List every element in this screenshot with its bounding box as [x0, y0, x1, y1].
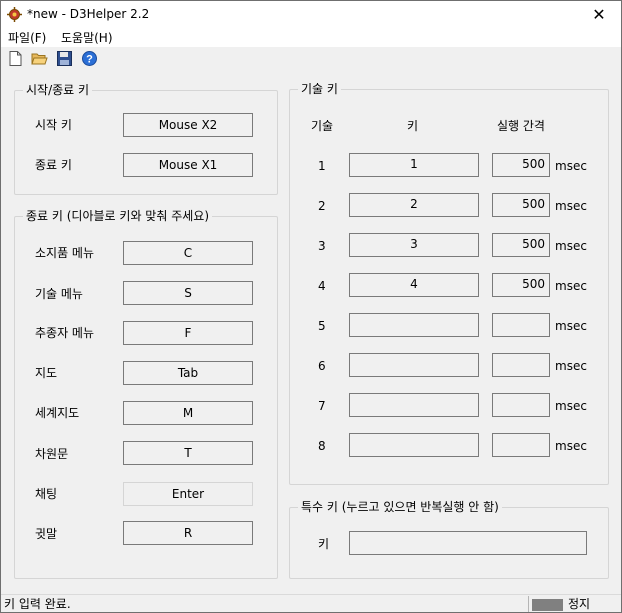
interval-unit-label: msec: [555, 319, 587, 333]
skill-interval-field[interactable]: [492, 393, 550, 417]
skill-key-value: 3: [410, 237, 418, 251]
chat-label: 채팅: [35, 487, 58, 501]
special-key-field[interactable]: [349, 531, 587, 555]
key-column-header: 키: [407, 119, 419, 133]
skill-row-number: 5: [318, 319, 326, 333]
map-field[interactable]: Tab: [123, 361, 253, 385]
skill-interval-value: 500: [522, 157, 545, 171]
map-label: 지도: [35, 366, 58, 380]
menu-bar: 파일(F) 도움말(H): [1, 29, 621, 47]
world-map-field[interactable]: M: [123, 401, 253, 425]
interval-unit-label: msec: [555, 239, 587, 253]
skill-key-field[interactable]: [349, 393, 479, 417]
interval-column-header: 실행 간격: [497, 119, 545, 133]
skill-interval-field[interactable]: 500: [492, 233, 550, 257]
special-key-label: 키: [318, 537, 330, 551]
interval-unit-label: msec: [555, 159, 587, 173]
portal-field[interactable]: T: [123, 441, 253, 465]
inventory-menu-label: 소지품 메뉴: [35, 246, 95, 260]
close-icon: ✕: [592, 5, 606, 24]
interval-unit-label: msec: [555, 439, 587, 453]
stop-key-field[interactable]: Mouse X1: [123, 153, 253, 177]
skill-row-number: 1: [318, 159, 326, 173]
skill-keys-group-title: 기술 키: [298, 82, 341, 96]
skill-key-field[interactable]: 4: [349, 273, 479, 297]
app-icon: [7, 7, 22, 22]
start-key-field[interactable]: Mouse X2: [123, 113, 253, 137]
skill-key-field[interactable]: [349, 353, 479, 377]
menu-help[interactable]: 도움말(H): [61, 29, 113, 47]
status-message: 키 입력 완료.: [4, 597, 71, 611]
app-window: *new - D3Helper 2.2 ✕ 파일(F) 도움말(H) ? 시작/…: [0, 0, 622, 613]
skill-column-header: 기술: [311, 119, 334, 133]
world-map-label: 세계지도: [35, 406, 80, 420]
toolbar: ?: [1, 47, 621, 69]
skill-menu-label: 기술 메뉴: [35, 287, 83, 301]
skill-row-number: 4: [318, 279, 326, 293]
start-key-label: 시작 키: [35, 118, 72, 132]
whisper-field[interactable]: R: [123, 521, 253, 545]
close-keys-group-title: 종료 키 (디아블로 키와 맞춰 주세요): [23, 209, 212, 223]
skill-row-number: 7: [318, 399, 326, 413]
svg-text:?: ?: [86, 54, 93, 66]
status-indicator: [532, 599, 563, 611]
status-bar: 키 입력 완료. 정지: [1, 594, 621, 612]
stop-key-label: 종료 키: [35, 158, 72, 172]
new-file-icon[interactable]: [7, 50, 24, 67]
skill-row-number: 6: [318, 359, 326, 373]
skill-interval-value: 500: [522, 277, 545, 291]
skill-interval-field[interactable]: [492, 313, 550, 337]
start-stop-group-title: 시작/종료 키: [23, 83, 93, 97]
skill-interval-field[interactable]: 500: [492, 153, 550, 177]
skill-key-field[interactable]: [349, 433, 479, 457]
skill-key-value: 4: [410, 277, 418, 291]
open-folder-icon[interactable]: [31, 50, 48, 67]
skill-interval-field[interactable]: [492, 353, 550, 377]
title-bar[interactable]: *new - D3Helper 2.2 ✕: [1, 1, 621, 29]
follower-menu-field[interactable]: F: [123, 321, 253, 345]
status-separator: [528, 596, 529, 612]
skill-key-field[interactable]: 3: [349, 233, 479, 257]
skill-row-number: 8: [318, 439, 326, 453]
portal-label: 차원문: [35, 447, 69, 461]
skill-interval-value: 500: [522, 237, 545, 251]
interval-unit-label: msec: [555, 399, 587, 413]
status-state: 정지: [568, 597, 591, 611]
skill-key-value: 2: [410, 197, 418, 211]
whisper-label: 귓말: [35, 527, 58, 541]
skill-interval-value: 500: [522, 197, 545, 211]
skill-row-number: 2: [318, 199, 326, 213]
skill-menu-field[interactable]: S: [123, 281, 253, 305]
follower-menu-label: 추종자 메뉴: [35, 326, 95, 340]
skill-key-field[interactable]: 2: [349, 193, 479, 217]
chat-field[interactable]: Enter: [123, 482, 253, 506]
special-key-group-title: 특수 키 (누르고 있으면 반복실행 안 함): [298, 500, 502, 514]
skill-key-value: 1: [410, 157, 418, 171]
skill-row-number: 3: [318, 239, 326, 253]
interval-unit-label: msec: [555, 359, 587, 373]
skill-interval-field[interactable]: 500: [492, 273, 550, 297]
window-title: *new - D3Helper 2.2: [27, 7, 150, 21]
inventory-menu-field[interactable]: C: [123, 241, 253, 265]
skill-interval-field[interactable]: 500: [492, 193, 550, 217]
interval-unit-label: msec: [555, 199, 587, 213]
help-icon[interactable]: ?: [81, 50, 98, 67]
start-stop-group: 시작/종료 키: [14, 83, 278, 195]
skill-key-field[interactable]: [349, 313, 479, 337]
skill-key-field[interactable]: 1: [349, 153, 479, 177]
interval-unit-label: msec: [555, 279, 587, 293]
menu-file[interactable]: 파일(F): [8, 29, 46, 47]
close-button[interactable]: ✕: [577, 1, 621, 29]
save-disk-icon[interactable]: [56, 50, 73, 67]
skill-interval-field[interactable]: [492, 433, 550, 457]
